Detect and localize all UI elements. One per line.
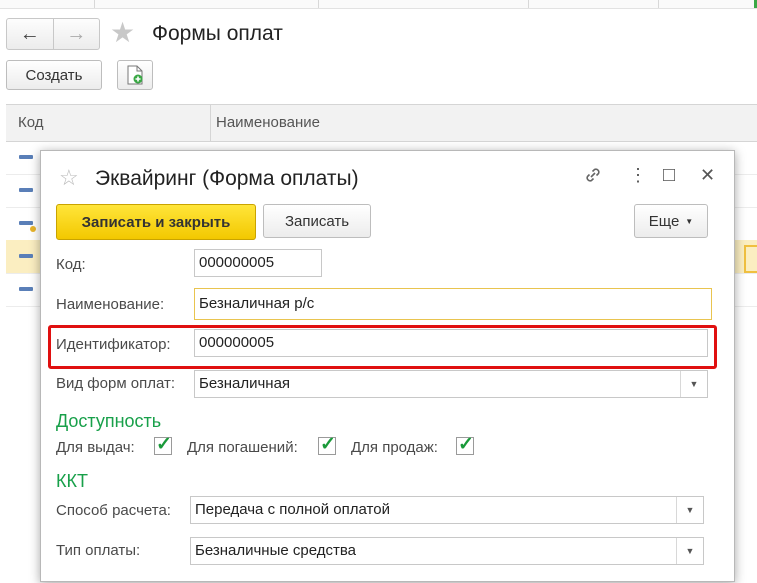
payment-form-type-select[interactable]: Безналичная ▼ bbox=[194, 370, 708, 398]
arrow-right-icon: → bbox=[66, 22, 87, 45]
item-icon bbox=[19, 188, 33, 192]
save-button[interactable]: Записать bbox=[263, 204, 371, 238]
for-issue-label: Для выдач: bbox=[56, 439, 135, 456]
item-icon bbox=[19, 254, 33, 258]
document-add-icon bbox=[127, 65, 143, 85]
dropdown-arrow-icon[interactable]: ▼ bbox=[680, 371, 707, 397]
code-field[interactable]: 000000005 bbox=[194, 249, 322, 277]
kkt-section-title: ККТ bbox=[56, 471, 88, 491]
create-button[interactable]: Создать bbox=[6, 60, 102, 90]
top-strip-segment bbox=[0, 0, 95, 8]
top-strip-segment bbox=[318, 0, 529, 8]
item-icon bbox=[19, 287, 33, 291]
forward-button[interactable]: → bbox=[52, 19, 100, 49]
dropdown-arrow-icon[interactable]: ▼ bbox=[676, 497, 703, 523]
nav-buttons: ← → bbox=[6, 18, 100, 50]
for-sales-label: Для продаж: bbox=[351, 439, 438, 456]
for-issue-checkbox[interactable]: ✓ bbox=[154, 434, 172, 455]
calc-method-value: Передача с полной оплатой bbox=[195, 501, 390, 518]
payment-type-value: Безналичные средства bbox=[195, 542, 357, 559]
name-field[interactable]: Безналичная р/с bbox=[194, 288, 712, 320]
chevron-down-icon: ▼ bbox=[685, 216, 694, 226]
for-repayment-label: Для погашений: bbox=[187, 439, 298, 456]
favorite-star-outline-icon[interactable]: ☆ bbox=[59, 165, 79, 191]
add-copy-button[interactable] bbox=[117, 60, 153, 90]
calc-method-label: Способ расчета: bbox=[56, 502, 171, 519]
save-and-close-button[interactable]: Записать и закрыть bbox=[56, 204, 256, 240]
arrow-left-icon: ← bbox=[19, 22, 40, 45]
dropdown-arrow-icon[interactable]: ▼ bbox=[676, 538, 703, 564]
payment-type-label: Тип оплаты: bbox=[56, 542, 141, 559]
payment-form-type-label: Вид форм оплат: bbox=[56, 375, 176, 392]
payment-form-dialog: ☆ Эквайринг (Форма оплаты) ⋮ □ ✕ Записат… bbox=[40, 150, 735, 582]
top-strip-segment bbox=[94, 0, 319, 8]
for-sales-checkbox[interactable]: ✓ bbox=[456, 434, 474, 455]
name-label: Наименование: bbox=[56, 296, 165, 313]
payment-form-type-value: Безналичная bbox=[199, 375, 291, 392]
column-header-code[interactable]: Код bbox=[18, 114, 44, 131]
favorite-star-icon[interactable]: ★ bbox=[110, 16, 135, 50]
page-title: Формы оплат bbox=[152, 22, 283, 45]
item-icon bbox=[19, 221, 33, 225]
more-button-label: Еще bbox=[648, 212, 680, 230]
list-header: Код Наименование bbox=[6, 104, 757, 142]
item-icon bbox=[19, 155, 33, 159]
close-icon[interactable]: ✕ bbox=[700, 165, 715, 186]
top-strip-segment bbox=[528, 0, 659, 8]
maximize-icon[interactable]: □ bbox=[663, 164, 675, 187]
identifier-field[interactable]: 000000005 bbox=[194, 329, 708, 357]
more-vertical-icon[interactable]: ⋮ bbox=[629, 165, 647, 186]
item-marker-icon bbox=[30, 226, 36, 232]
calc-method-select[interactable]: Передача с полной оплатой ▼ bbox=[190, 496, 704, 524]
link-icon[interactable] bbox=[583, 165, 603, 190]
check-icon: ✓ bbox=[320, 434, 336, 455]
availability-section-title: Доступность bbox=[56, 411, 162, 431]
code-label: Код: bbox=[56, 256, 86, 273]
check-icon: ✓ bbox=[156, 434, 172, 455]
more-button[interactable]: Еще ▼ bbox=[634, 204, 708, 238]
selected-row-edge bbox=[744, 245, 757, 273]
dialog-title: Эквайринг (Форма оплаты) bbox=[95, 167, 359, 190]
payment-type-select[interactable]: Безналичные средства ▼ bbox=[190, 537, 704, 565]
column-divider bbox=[210, 105, 211, 141]
check-icon: ✓ bbox=[458, 434, 474, 455]
identifier-label: Идентификатор: bbox=[56, 336, 171, 353]
for-repayment-checkbox[interactable]: ✓ bbox=[318, 434, 336, 455]
back-button[interactable]: ← bbox=[7, 19, 53, 49]
top-strip bbox=[0, 0, 757, 9]
column-header-name[interactable]: Наименование bbox=[216, 114, 320, 131]
